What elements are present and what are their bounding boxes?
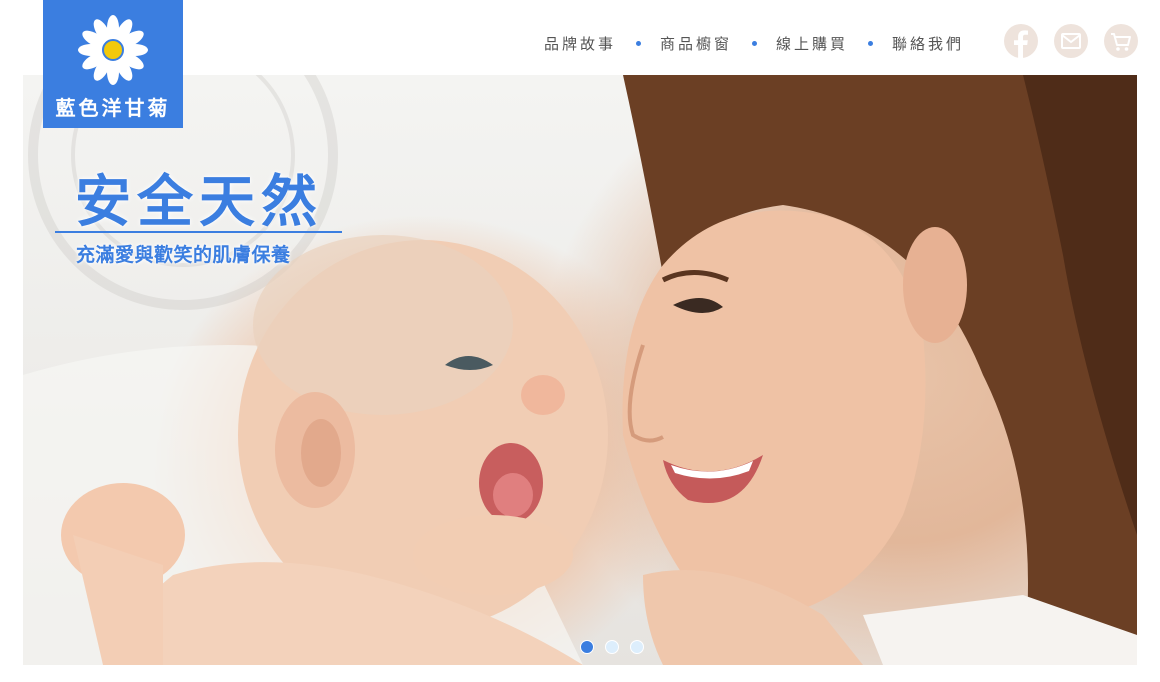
social-links <box>1004 24 1138 58</box>
facebook-icon <box>1014 30 1028 58</box>
hero-banner[interactable]: 安全天然 充滿愛與歡笑的肌膚保養 <box>23 75 1137 665</box>
hero-title-underline <box>55 231 342 233</box>
mail-button[interactable] <box>1054 24 1088 58</box>
nav-item-products[interactable]: 商品櫥窗 <box>660 33 732 54</box>
nav-separator <box>752 40 758 46</box>
main-nav: 品牌故事 商品櫥窗 線上購買 聯絡我們 <box>544 33 964 53</box>
facebook-button[interactable] <box>1004 24 1038 58</box>
slider-dot-1[interactable] <box>580 640 594 654</box>
chamomile-flower-icon <box>78 15 148 85</box>
nav-item-brand-story[interactable]: 品牌故事 <box>544 33 616 54</box>
slider-pagination <box>580 640 644 654</box>
cart-icon <box>1111 33 1131 51</box>
cart-button[interactable] <box>1104 24 1138 58</box>
hero-subtitle: 充滿愛與歡笑的肌膚保養 <box>76 244 291 266</box>
nav-separator <box>636 40 642 46</box>
nav-item-online-shop[interactable]: 線上購買 <box>776 33 848 54</box>
slider-dot-2[interactable] <box>605 640 619 654</box>
slider-dot-3[interactable] <box>630 640 644 654</box>
nav-item-contact[interactable]: 聯絡我們 <box>892 33 964 54</box>
brand-name: 藍色洋甘菊 <box>55 96 171 120</box>
hero-title: 安全天然 <box>75 170 323 235</box>
mail-icon <box>1061 33 1081 49</box>
nav-separator <box>868 40 874 46</box>
brand-logo[interactable]: 藍色洋甘菊 <box>43 0 183 128</box>
